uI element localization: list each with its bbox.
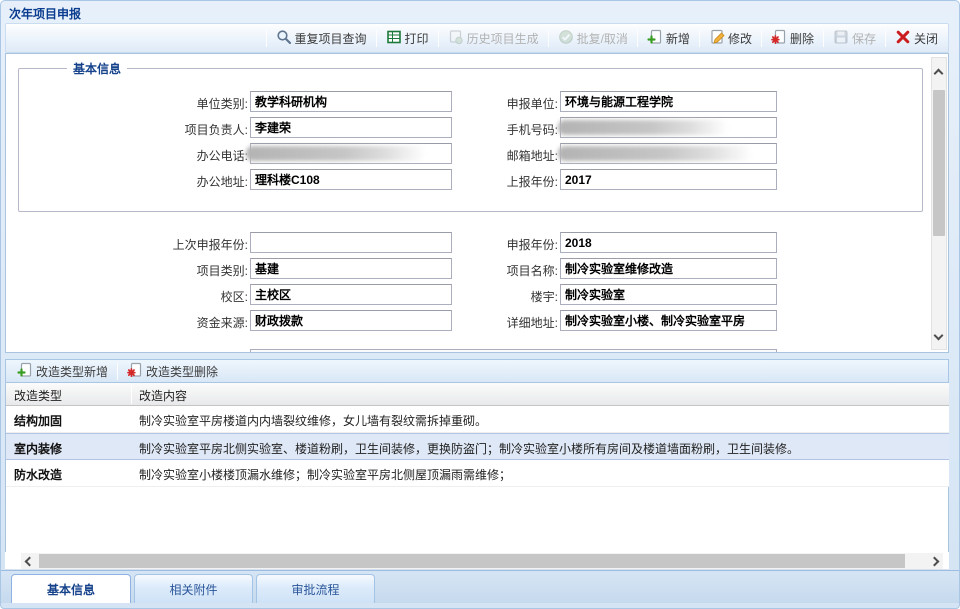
print-icon [386, 29, 402, 48]
toolbar-separator [823, 30, 824, 47]
detail-address-input[interactable] [560, 310, 777, 331]
vertical-scrollbar[interactable] [931, 57, 947, 350]
toolbar-separator [637, 30, 638, 47]
tab-basic-info[interactable]: 基本信息 [11, 574, 131, 603]
close-icon [895, 29, 911, 48]
column-divider[interactable] [131, 385, 132, 404]
renovation-type-delete-button[interactable]: 改造类型删除 [121, 358, 224, 385]
funding-source-label: 资金来源: [66, 314, 248, 331]
delete-icon [771, 29, 787, 48]
renovation-grid-toolbar: 改造类型新增 改造类型删除 [5, 359, 949, 383]
project-category-label: 项目类别: [66, 262, 248, 279]
edit-icon [709, 29, 725, 48]
vertical-scrollbar-thumb[interactable] [933, 90, 945, 236]
renovation-type-add-button[interactable]: 改造类型新增 [11, 358, 114, 385]
last-declare-year-label: 上次申报年份: [66, 236, 248, 253]
duplicate-project-query-button[interactable]: 重复项目查询 [270, 25, 373, 52]
window-titlebar: 次年项目申报 [1, 1, 959, 23]
delete-icon [127, 362, 143, 381]
toolbar-separator [438, 30, 439, 47]
main-toolbar: 重复项目查询 打印 历史项目生成 批复/取消 新增 修改 删除 [5, 23, 949, 53]
column-header-renovation-content[interactable]: 改造内容 [139, 387, 187, 404]
report-year-label: 上报年份: [376, 173, 558, 190]
toolbar-separator [761, 30, 762, 47]
toolbar-separator [117, 363, 118, 380]
save-button: 保存 [827, 25, 882, 52]
table-row[interactable]: 结构加固 制冷实验室平房楼道内内墙裂纹维修，女儿墙有裂纹需拆掉重砌。 [6, 406, 949, 433]
detail-address-label: 详细地址: [376, 314, 558, 331]
toolbar-separator [376, 30, 377, 47]
toolbar-separator [266, 30, 267, 47]
declare-unit-label: 申报单位: [376, 95, 558, 112]
declare-unit-input[interactable] [560, 91, 777, 112]
table-row-selected[interactable]: 室内装修 制冷实验室平房北侧实验室、楼道粉刷，卫生间装修，更换防盗门；制冷实验室… [6, 433, 949, 460]
approve-cancel-button: 批复/取消 [552, 25, 634, 52]
form-row: 资金来源: 详细地址: [6, 310, 949, 332]
redacted-value [558, 146, 753, 161]
close-button[interactable]: 关闭 [889, 25, 944, 52]
scroll-right-icon[interactable] [925, 553, 943, 569]
approve-icon [558, 29, 574, 48]
toolbar-separator [885, 30, 886, 47]
horizontal-scrollbar-track[interactable] [21, 553, 943, 569]
column-header-renovation-type[interactable]: 改造类型 [14, 387, 126, 404]
horizontal-scrollbar[interactable] [5, 552, 949, 570]
toolbar-separator [699, 30, 700, 47]
renovation-grid: 改造类型 改造内容 结构加固 制冷实验室平房楼道内内墙裂纹维修，女儿墙有裂纹需拆… [5, 383, 949, 552]
edit-button[interactable]: 修改 [703, 25, 758, 52]
bottom-tabbar: 基本信息 相关附件 审批流程 [1, 570, 960, 603]
scroll-left-icon[interactable] [21, 553, 39, 569]
building-label: 楼宇: [376, 288, 558, 305]
tab-approval-flow[interactable]: 审批流程 [256, 574, 375, 603]
add-button[interactable]: 新增 [641, 25, 696, 52]
tab-attachments[interactable]: 相关附件 [134, 574, 253, 603]
search-icon [276, 29, 292, 48]
project-leader-label: 项目负责人: [66, 121, 248, 138]
report-year-input[interactable] [560, 169, 777, 190]
form-row: 单位类别: 申报单位: [6, 91, 949, 113]
print-button[interactable]: 打印 [380, 25, 435, 52]
form-row: 项目类别: 项目名称: [6, 258, 949, 280]
save-icon [833, 29, 849, 48]
office-phone-label: 办公电话: [66, 147, 248, 164]
scroll-up-icon[interactable] [934, 69, 944, 79]
project-declaration-window: 次年项目申报 重复项目查询 打印 历史项目生成 批复/取消 新增 [0, 0, 960, 609]
redacted-value [558, 120, 728, 135]
declare-year-input[interactable] [560, 232, 777, 253]
office-address-label: 办公地址: [66, 173, 248, 190]
building-input[interactable] [560, 284, 777, 305]
mobile-number-label: 手机号码: [376, 121, 558, 138]
delete-button[interactable]: 删除 [765, 25, 820, 52]
horizontal-scrollbar-thumb[interactable] [39, 554, 905, 568]
form-row: 办公地址: 上报年份: [6, 169, 949, 191]
form-row: 办公电话: 邮箱地址: [6, 143, 949, 165]
page-title: 次年项目申报 [9, 7, 81, 21]
project-name-label: 项目名称: [376, 262, 558, 279]
basic-info-form-pane: 基本信息 单位类别: 申报单位: 项目负责人: 手机号码: 办公电话: 邮箱地址… [5, 53, 949, 353]
campus-label: 校区: [66, 288, 248, 305]
toolbar-separator [548, 30, 549, 47]
declare-year-label: 申报年份: [376, 236, 558, 253]
unit-category-label: 单位类别: [66, 95, 248, 112]
scroll-down-icon[interactable] [934, 331, 944, 341]
add-icon [17, 362, 33, 381]
form-row: 上次申报年份: 申报年份: [6, 232, 949, 254]
fieldset-title: 基本信息 [67, 60, 127, 77]
form-row: 项目负责人: 手机号码: [6, 117, 949, 139]
history-project-generate-button: 历史项目生成 [442, 25, 545, 52]
email-label: 邮箱地址: [376, 147, 558, 164]
project-name-input[interactable] [560, 258, 777, 279]
form-row: 校区: 楼宇: [6, 284, 949, 306]
add-icon [647, 29, 663, 48]
table-row[interactable]: 防水改造 制冷实验室小楼楼顶漏水维修；制冷实验室平房北侧屋顶漏雨需维修； [6, 460, 949, 487]
grid-header: 改造类型 改造内容 [6, 383, 949, 406]
history-icon [448, 29, 464, 48]
